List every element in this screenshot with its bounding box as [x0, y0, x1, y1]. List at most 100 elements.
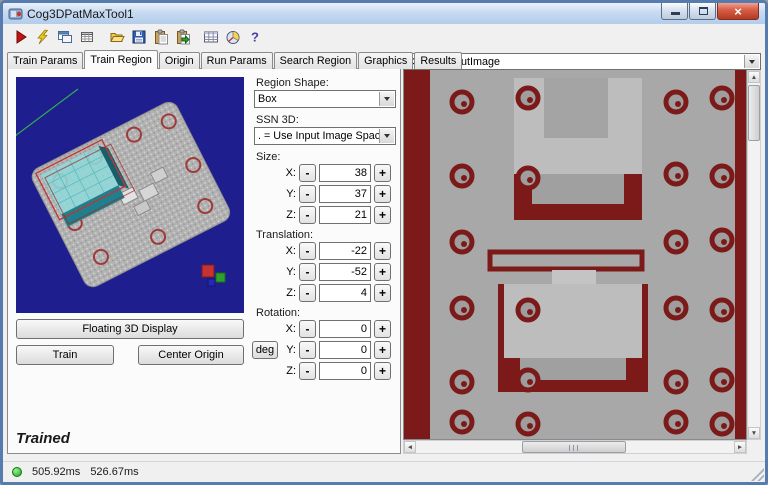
rotation-z-input[interactable] — [319, 362, 371, 380]
rotation-y-label: Y: — [286, 344, 296, 356]
tab-results[interactable]: Results — [414, 52, 463, 69]
size-y-decrement-button[interactable]: - — [299, 185, 316, 203]
size-x-label: X: — [285, 167, 296, 179]
vertical-scroll-thumb[interactable] — [748, 85, 760, 141]
size-y-row: Y: - + — [280, 185, 391, 203]
scroll-up-icon[interactable]: ▲ — [748, 71, 760, 83]
horizontal-scrollbar[interactable]: ◄ ► — [403, 440, 747, 454]
translation-y-label: Y: — [286, 266, 296, 278]
results-table-icon[interactable] — [201, 26, 221, 48]
rotation-x-input[interactable] — [319, 320, 371, 338]
rotation-z-label: Z: — [286, 365, 296, 377]
translation-label: Translation: — [256, 229, 314, 241]
minimize-button[interactable] — [661, 3, 688, 20]
size-x-row: X: - + — [280, 164, 391, 182]
toolbar: ? — [3, 24, 765, 50]
size-label: Size: — [256, 151, 281, 163]
translation-y-decrement-button[interactable]: - — [299, 263, 316, 281]
size-y-increment-button[interactable]: + — [374, 185, 391, 203]
rotation-x-decrement-button[interactable]: - — [299, 320, 316, 338]
maximize-button[interactable] — [689, 3, 716, 20]
rotation-y-input[interactable] — [319, 341, 371, 359]
tab-origin[interactable]: Origin — [158, 52, 200, 69]
rotation-z-row: Z: - + — [280, 362, 391, 380]
resize-grip[interactable] — [751, 468, 764, 481]
help-icon[interactable]: ? — [245, 26, 265, 48]
window-controls: × — [660, 3, 759, 20]
size-x-decrement-button[interactable]: - — [299, 164, 316, 182]
tab-strip: Train Params Train Region Origin Run Par… — [7, 50, 463, 69]
window-title: Cog3DPatMaxTool1 — [27, 6, 134, 21]
app-window: Cog3DPatMaxTool1 × ? Train Params Train … — [0, 0, 768, 485]
floating-3d-display-button[interactable]: Floating 3D Display — [16, 319, 244, 339]
rotation-x-label: X: — [285, 323, 296, 335]
train-region-3d-viewport[interactable] — [10, 77, 244, 313]
run-icon[interactable] — [11, 26, 31, 48]
close-button[interactable]: × — [717, 3, 759, 20]
translation-y-row: Y: - + — [280, 263, 391, 281]
run-time: 505.92ms — [32, 466, 81, 478]
tab-run-params[interactable]: Run Params — [200, 52, 273, 69]
size-x-increment-button[interactable]: + — [374, 164, 391, 182]
rotation-z-decrement-button[interactable]: - — [299, 362, 316, 380]
input-image-canvas[interactable] — [403, 70, 747, 440]
translation-y-increment-button[interactable]: + — [374, 263, 391, 281]
minimize-icon — [671, 12, 680, 15]
size-z-row: Z: - + — [280, 206, 391, 224]
scrollbar-corner — [747, 440, 761, 454]
grid-window-icon[interactable] — [77, 26, 97, 48]
region-shape-value: Box — [258, 93, 277, 105]
translation-z-input[interactable] — [319, 284, 371, 302]
chevron-down-icon[interactable] — [744, 55, 759, 68]
rotation-x-increment-button[interactable]: + — [374, 320, 391, 338]
tab-train-params[interactable]: Train Params — [7, 52, 84, 69]
size-z-increment-button[interactable]: + — [374, 206, 391, 224]
ssn3d-label: SSN 3D: — [256, 114, 299, 126]
measure-icon[interactable] — [223, 26, 243, 48]
center-origin-button[interactable]: Center Origin — [138, 345, 244, 365]
save-icon[interactable] — [129, 26, 149, 48]
rotation-y-decrement-button[interactable]: - — [299, 341, 316, 359]
size-y-label: Y: — [286, 188, 296, 200]
tab-train-region[interactable]: Train Region — [84, 50, 158, 69]
rotation-y-increment-button[interactable]: + — [374, 341, 391, 359]
translation-x-decrement-button[interactable]: - — [299, 242, 316, 260]
scroll-right-icon[interactable]: ► — [734, 441, 746, 453]
floating-window-icon[interactable] — [55, 26, 75, 48]
translation-z-decrement-button[interactable]: - — [299, 284, 316, 302]
svg-text:?: ? — [251, 30, 259, 45]
open-icon[interactable] — [107, 26, 127, 48]
vertical-scrollbar[interactable]: ▲ ▼ — [747, 70, 761, 440]
translation-z-label: Z: — [286, 287, 296, 299]
scroll-left-icon[interactable]: ◄ — [404, 441, 416, 453]
horizontal-scroll-thumb[interactable] — [522, 441, 626, 453]
tab-search-region[interactable]: Search Region — [273, 52, 358, 69]
size-y-input[interactable] — [319, 185, 371, 203]
translation-x-input[interactable] — [319, 242, 371, 260]
size-z-input[interactable] — [319, 206, 371, 224]
region-shape-combo[interactable]: Box — [254, 90, 396, 108]
paste-icon[interactable] — [151, 26, 171, 48]
title-bar[interactable]: Cog3DPatMaxTool1 × — [3, 3, 765, 24]
ssn3d-value: . = Use Input Image Space — [258, 130, 387, 142]
rotation-z-increment-button[interactable]: + — [374, 362, 391, 380]
translation-z-row: Z: - + — [280, 284, 391, 302]
size-z-decrement-button[interactable]: - — [299, 206, 316, 224]
maximize-icon — [699, 7, 708, 15]
rotation-x-row: X: - + — [280, 320, 391, 338]
import-icon[interactable] — [173, 26, 193, 48]
translation-y-input[interactable] — [319, 263, 371, 281]
train-button[interactable]: Train — [16, 345, 114, 365]
status-indicator-icon — [12, 467, 22, 477]
translation-x-increment-button[interactable]: + — [374, 242, 391, 260]
region-form: Region Shape: Box SSN 3D: . = Use Input … — [250, 71, 400, 391]
ssn3d-combo[interactable]: . = Use Input Image Space — [254, 127, 396, 145]
chevron-down-icon[interactable] — [379, 92, 394, 106]
scroll-down-icon[interactable]: ▼ — [748, 427, 760, 439]
translation-z-increment-button[interactable]: + — [374, 284, 391, 302]
chevron-down-icon[interactable] — [379, 129, 394, 143]
tab-graphics[interactable]: Graphics — [358, 52, 414, 69]
deg-button[interactable]: deg — [252, 341, 278, 359]
live-run-icon[interactable] — [33, 26, 53, 48]
size-x-input[interactable] — [319, 164, 371, 182]
